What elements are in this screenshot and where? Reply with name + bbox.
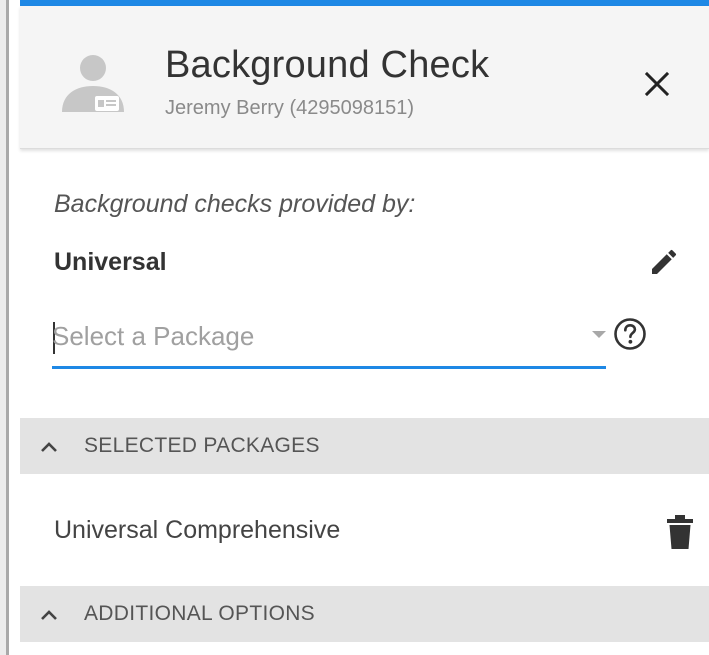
background-check-panel: Background Check Jeremy Berry (429509815… (20, 6, 709, 655)
provider-name: Universal (54, 248, 167, 276)
close-icon (644, 71, 670, 97)
selected-packages-section-header[interactable]: SELECTED PACKAGES (20, 418, 709, 474)
close-button[interactable] (637, 64, 677, 104)
candidate-subtitle: Jeremy Berry (4295098151) (165, 97, 415, 119)
chevron-up-icon (41, 442, 57, 452)
help-circle-icon (614, 318, 646, 350)
package-help-button[interactable] (610, 314, 650, 354)
edit-provider-button[interactable] (642, 242, 686, 282)
dropdown-arrow-icon (592, 331, 606, 338)
panel-header: Background Check Jeremy Berry (429509815… (20, 6, 709, 149)
package-select[interactable]: Select a Package (52, 310, 606, 369)
additional-options-section-header[interactable]: ADDITIONAL OPTIONS (20, 586, 709, 642)
trash-icon (667, 515, 693, 549)
pencil-icon (652, 249, 677, 274)
list-item: Universal Comprehensive (20, 474, 709, 586)
package-name: Universal Comprehensive (54, 516, 341, 544)
provider-label: Background checks provided by: (54, 190, 416, 218)
delete-package-button[interactable] (660, 510, 700, 554)
selected-packages-label: SELECTED PACKAGES (84, 434, 320, 457)
chevron-up-icon (41, 610, 57, 620)
person-id-card-icon (58, 50, 128, 120)
additional-options-label: ADDITIONAL OPTIONS (84, 602, 315, 625)
left-rail (0, 0, 9, 655)
page-title: Background Check (165, 44, 490, 86)
package-select-placeholder: Select a Package (52, 321, 255, 351)
